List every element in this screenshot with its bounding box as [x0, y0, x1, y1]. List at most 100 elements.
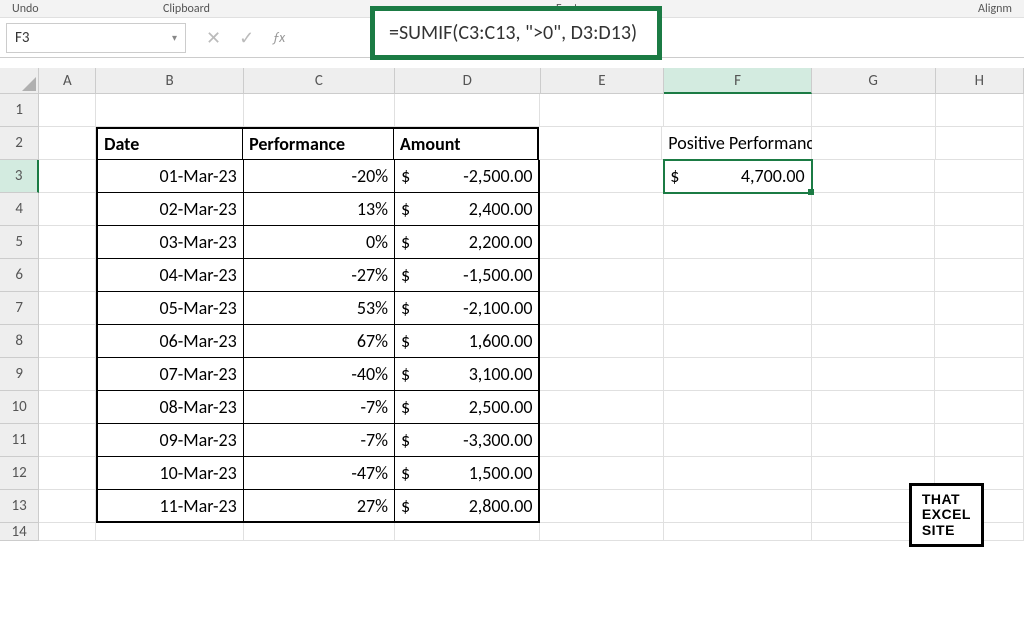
- cell-g7[interactable]: [812, 292, 936, 325]
- cell-e1[interactable]: [540, 94, 664, 127]
- cell-c9[interactable]: -40%: [244, 358, 395, 391]
- cell-h10[interactable]: [935, 391, 1024, 424]
- row-header-14[interactable]: 14: [0, 523, 39, 541]
- col-header-c[interactable]: C: [244, 68, 395, 94]
- cell-b10[interactable]: 08-Mar-23: [96, 391, 243, 424]
- cell-b9[interactable]: 07-Mar-23: [96, 358, 243, 391]
- cell-d9[interactable]: $3,100.00: [395, 358, 540, 391]
- cell-a5[interactable]: [39, 226, 96, 259]
- cell-e10[interactable]: [540, 391, 664, 424]
- cell-b6[interactable]: 04-Mar-23: [96, 259, 243, 292]
- cell-h4[interactable]: [935, 193, 1024, 226]
- cell-c12[interactable]: -47%: [244, 457, 395, 490]
- cell-d1[interactable]: [395, 94, 540, 127]
- cell-b5[interactable]: 03-Mar-23: [96, 226, 243, 259]
- cell-d14[interactable]: [395, 523, 540, 541]
- cell-h3[interactable]: [935, 160, 1024, 193]
- cell-f4[interactable]: [664, 193, 811, 226]
- cell-f3-active[interactable]: $4,700.00: [664, 160, 811, 193]
- row-header-6[interactable]: 6: [0, 259, 39, 292]
- cell-c11[interactable]: -7%: [244, 424, 395, 457]
- cell-d10[interactable]: $2,500.00: [395, 391, 540, 424]
- cell-g8[interactable]: [812, 325, 936, 358]
- cell-a8[interactable]: [39, 325, 96, 358]
- cell-g4[interactable]: [812, 193, 936, 226]
- cell-b7[interactable]: 05-Mar-23: [96, 292, 243, 325]
- cell-f9[interactable]: [664, 358, 811, 391]
- cell-h11[interactable]: [935, 424, 1024, 457]
- cell-e13[interactable]: [540, 490, 664, 523]
- cell-g10[interactable]: [812, 391, 936, 424]
- col-header-g[interactable]: G: [812, 68, 936, 94]
- row-header-3[interactable]: 3: [0, 160, 39, 193]
- row-header-5[interactable]: 5: [0, 226, 39, 259]
- cell-b1[interactable]: [96, 94, 243, 127]
- cell-h9[interactable]: [935, 358, 1024, 391]
- col-header-a[interactable]: A: [39, 68, 96, 94]
- cell-c7[interactable]: 53%: [244, 292, 395, 325]
- cell-a3[interactable]: [39, 160, 96, 193]
- cell-a6[interactable]: [39, 259, 96, 292]
- cell-c8[interactable]: 67%: [244, 325, 395, 358]
- chevron-down-icon[interactable]: ▾: [172, 31, 177, 44]
- cell-g6[interactable]: [812, 259, 936, 292]
- col-header-h[interactable]: H: [936, 68, 1024, 94]
- cell-g3[interactable]: [812, 160, 936, 193]
- cell-d11[interactable]: $-3,300.00: [395, 424, 540, 457]
- formula-input-highlighted[interactable]: =SUMIF(C3:C13, ">0", D3:D13): [370, 6, 662, 60]
- row-header-8[interactable]: 8: [0, 325, 39, 358]
- cell-a7[interactable]: [39, 292, 96, 325]
- cell-c14[interactable]: [244, 523, 395, 541]
- cell-f2[interactable]: Positive Performance Only: [662, 127, 812, 160]
- select-all-corner[interactable]: [0, 68, 39, 94]
- row-header-4[interactable]: 4: [0, 193, 39, 226]
- col-header-d[interactable]: D: [395, 68, 540, 94]
- cell-g9[interactable]: [812, 358, 936, 391]
- cell-f13[interactable]: [664, 490, 811, 523]
- row-header-10[interactable]: 10: [0, 391, 39, 424]
- row-header-7[interactable]: 7: [0, 292, 39, 325]
- cell-g2[interactable]: [812, 127, 935, 160]
- cell-f10[interactable]: [664, 391, 811, 424]
- row-header-9[interactable]: 9: [0, 358, 39, 391]
- cell-a12[interactable]: [39, 457, 96, 490]
- cancel-icon[interactable]: ✕: [206, 27, 221, 49]
- spreadsheet-grid[interactable]: A B C D E F G H 1 2 Date Performance Amo…: [0, 68, 1024, 617]
- cell-g1[interactable]: [812, 94, 936, 127]
- cell-d6[interactable]: $-1,500.00: [395, 259, 540, 292]
- cell-a4[interactable]: [39, 193, 96, 226]
- cell-e14[interactable]: [540, 523, 664, 541]
- row-header-12[interactable]: 12: [0, 457, 39, 490]
- row-header-13[interactable]: 13: [0, 490, 39, 523]
- cell-e2[interactable]: [539, 127, 662, 160]
- cell-b3[interactable]: 01-Mar-23: [96, 160, 243, 193]
- col-header-b[interactable]: B: [96, 68, 243, 94]
- cell-d4[interactable]: $2,400.00: [395, 193, 540, 226]
- cell-f8[interactable]: [664, 325, 811, 358]
- cell-e6[interactable]: [540, 259, 664, 292]
- row-header-1[interactable]: 1: [0, 94, 39, 127]
- row-header-2[interactable]: 2: [0, 127, 39, 160]
- cell-b4[interactable]: 02-Mar-23: [96, 193, 243, 226]
- cell-f11[interactable]: [664, 424, 811, 457]
- cell-d13[interactable]: $2,800.00: [395, 490, 540, 523]
- cell-f1[interactable]: [664, 94, 811, 127]
- cell-c5[interactable]: 0%: [244, 226, 395, 259]
- cell-b11[interactable]: 09-Mar-23: [96, 424, 243, 457]
- cell-e5[interactable]: [540, 226, 664, 259]
- fx-icon[interactable]: ƒx: [272, 29, 285, 46]
- cell-c4[interactable]: 13%: [244, 193, 395, 226]
- cell-a14[interactable]: [39, 523, 96, 541]
- col-header-e[interactable]: E: [541, 68, 665, 94]
- cell-h2[interactable]: [936, 127, 1024, 160]
- cell-a11[interactable]: [39, 424, 96, 457]
- cell-e7[interactable]: [540, 292, 664, 325]
- cell-d2[interactable]: Amount: [394, 127, 539, 160]
- cell-d3[interactable]: $-2,500.00: [395, 160, 540, 193]
- cell-e4[interactable]: [540, 193, 664, 226]
- cell-c2[interactable]: Performance: [243, 127, 394, 160]
- cell-a1[interactable]: [39, 94, 96, 127]
- cell-d12[interactable]: $1,500.00: [395, 457, 540, 490]
- cell-h7[interactable]: [935, 292, 1024, 325]
- cell-g11[interactable]: [812, 424, 936, 457]
